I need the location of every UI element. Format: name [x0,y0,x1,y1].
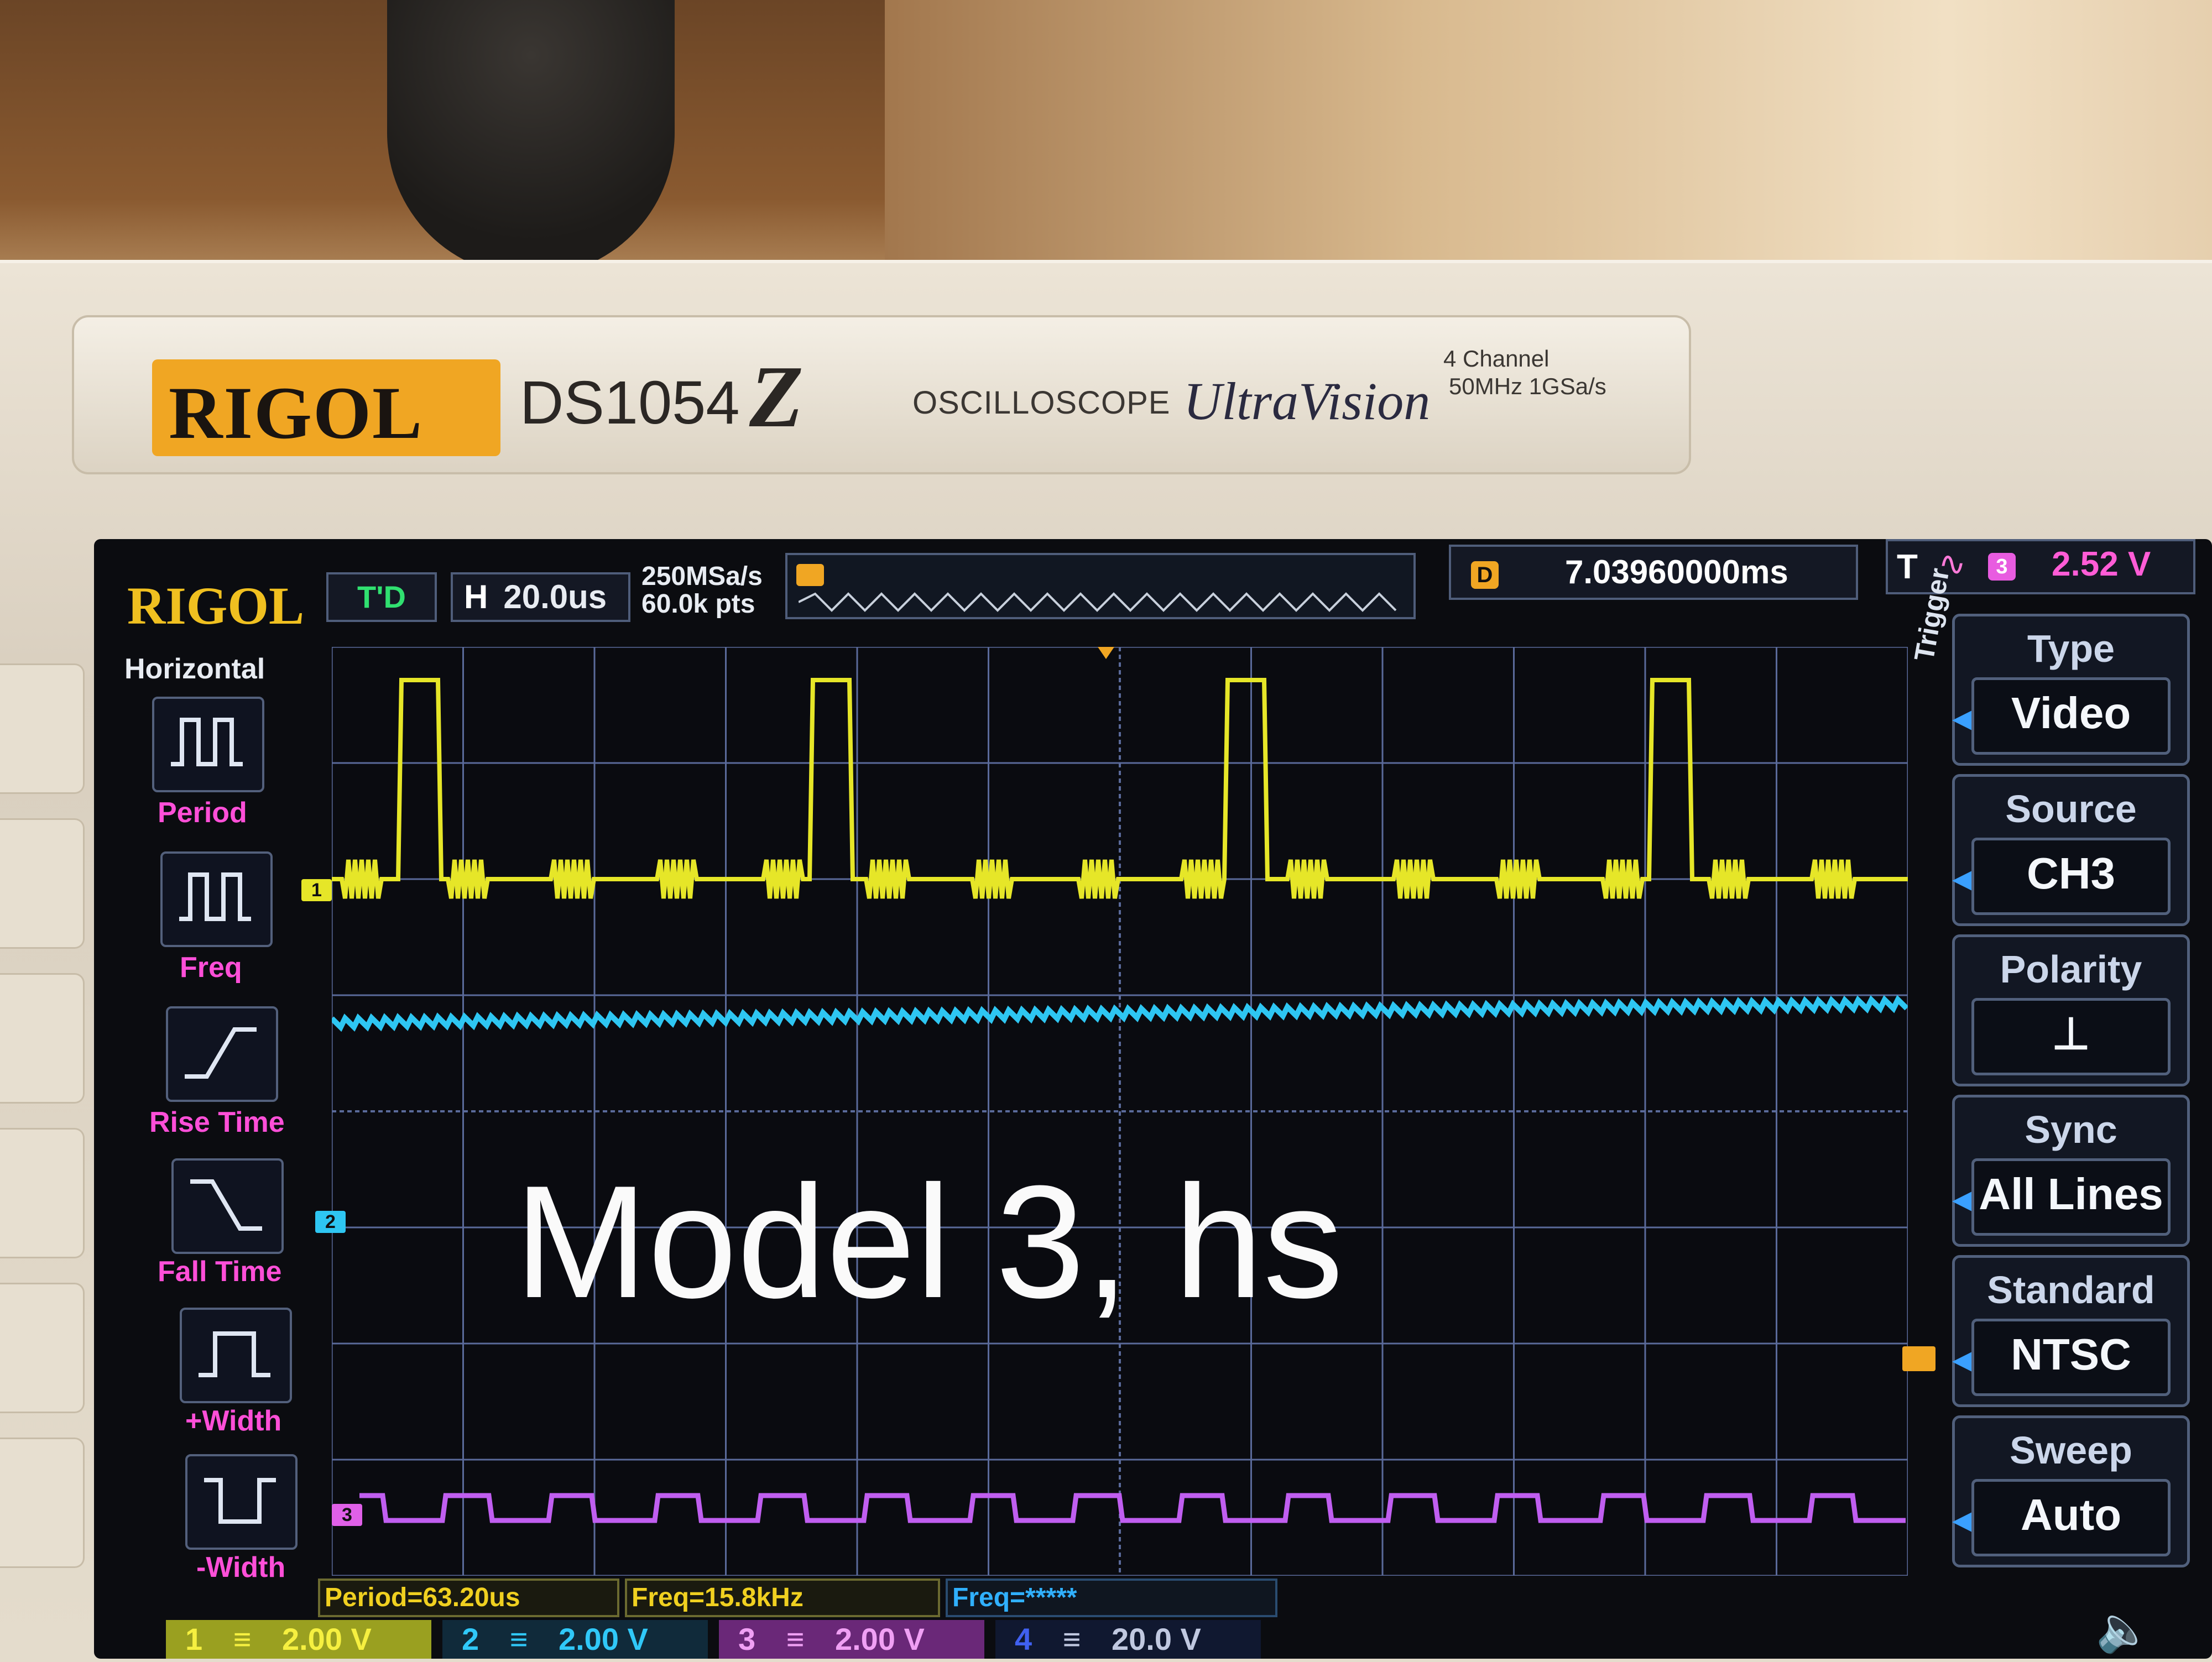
menu-value: ⊥ [1971,998,2171,1075]
menu-value: Auto [1971,1479,2171,1556]
rise-time-button[interactable] [166,1006,278,1102]
freq-result: Freq=15.8kHz [625,1579,940,1617]
ch4-coupling-icon: ≡ [1062,1622,1081,1656]
filament-spool [387,0,675,276]
ch3-number: 3 [738,1622,756,1656]
side-button-3[interactable] [0,973,85,1104]
freq3-result: Freq=***** [946,1579,1277,1617]
rise-time-icon [185,1027,257,1079]
menu-title: Type [2027,627,2115,670]
side-button-5[interactable] [0,1283,85,1413]
horizontal-menu-title: Horizontal [124,653,265,685]
menu-value: All Lines [1971,1158,2171,1236]
memory-overview-bar[interactable] [785,553,1416,619]
trigger-polarity-menu[interactable]: Polarity ⊥ [1952,934,2190,1086]
ch2-offset-marker[interactable]: 2 [315,1211,346,1233]
delay-value: 7.03960000ms [1565,553,1788,590]
left-arrow-icon: ◀ [1952,1504,1974,1535]
device-type-label: OSCILLOSCOPE [912,385,1171,421]
trigger-standard-menu[interactable]: Standard ◀ NTSC [1952,1255,2190,1407]
brand-name: RIGOL [169,372,424,454]
sample-rate: 250MSa/s [641,562,763,591]
period-result: Period=63.20us [318,1579,619,1617]
period-button[interactable] [152,697,264,792]
left-arrow-icon: ◀ [1952,1184,1974,1215]
trigger-level-marker[interactable] [1902,1346,1936,1371]
timebase-key: H [464,578,488,615]
side-button-4[interactable] [0,1128,85,1258]
ch1-status[interactable]: 1 ≡ 2.00 V [166,1620,431,1659]
rise-time-label: Rise Time [149,1106,285,1138]
fall-time-button[interactable] [171,1158,284,1254]
delay-icon: D [1471,561,1499,589]
menu-title: Source [2005,787,2137,830]
trigger-sync-menu[interactable]: Sync ◀ All Lines [1952,1095,2190,1247]
period-label: Period [158,797,247,829]
spec-bandwidth: 50MHz 1GSa/s [1449,373,1606,399]
positive-width-icon [199,1331,270,1377]
menu-value: Video [1971,677,2171,755]
menu-title: Standard [1987,1268,2155,1311]
left-arrow-icon: ◀ [1952,703,1974,734]
negative-width-icon [204,1478,276,1524]
trigger-status: T'D [326,572,437,622]
side-button-2[interactable] [0,818,85,949]
trigger-sweep-menu[interactable]: Sweep ◀ Auto [1952,1415,2190,1567]
ch3-coupling-icon: ≡ [786,1622,805,1656]
freq-label: Freq [180,952,242,984]
negative-width-button[interactable] [185,1454,298,1550]
trigger-source-badge: 3 [1988,553,2016,581]
freq-icon [179,872,251,921]
ch3-status[interactable]: 3 ≡ 2.00 V [719,1620,984,1659]
positive-width-button[interactable] [180,1308,292,1403]
positive-width-label: +Width [185,1405,282,1437]
fall-time-label: Fall Time [158,1256,282,1288]
ch2-coupling-icon: ≡ [509,1622,528,1656]
ch2-status[interactable]: 2 ≡ 2.00 V [442,1620,708,1659]
menu-title: Polarity [2000,948,2142,991]
memory-depth: 60.0k pts [641,589,755,619]
waveform-graticule [332,647,1908,1576]
side-button-6[interactable] [0,1438,85,1568]
ch1-coupling-icon: ≡ [233,1622,252,1656]
left-arrow-icon: ◀ [1952,863,1974,894]
ch1-number: 1 [185,1622,203,1656]
menu-value: CH3 [1971,838,2171,915]
side-button-1[interactable] [0,663,85,794]
menu-title: Sweep [2010,1429,2132,1472]
trigger-type-menu[interactable]: Type ◀ Video [1952,614,2190,766]
trigger-prefix: T [1897,548,1918,586]
ch1-offset-marker[interactable]: 1 [301,879,332,901]
speaker-icon[interactable]: 🔈 [2096,1603,2151,1655]
channel-status-bar: 1 ≡ 2.00 V 2 ≡ 2.00 V 3 ≡ 2.00 V 4 ≡ 20.… [166,1620,2074,1659]
ch3-offset-marker[interactable]: 3 [332,1504,362,1526]
ch4-number: 4 [1015,1622,1032,1656]
timebase-display[interactable]: H 20.0us [451,572,630,622]
brand-badge: RIGOL [152,359,500,456]
freq-button[interactable] [160,851,273,947]
ch4-status[interactable]: 4 ≡ 20.0 V [995,1620,1261,1659]
ch3-scale: 2.00 V [834,1622,925,1656]
period-icon [171,718,243,766]
ch2-scale: 2.00 V [558,1622,648,1656]
ch4-scale: 20.0 V [1111,1622,1201,1656]
left-arrow-icon: ◀ [1952,1344,1974,1375]
negative-width-label: -Width [196,1551,286,1583]
memory-waveform-thumbnail [799,592,1397,612]
series-logo: UltraVision [1183,372,1431,431]
overlay-caption: Model 3, hs [514,1152,1344,1331]
memory-position-handle[interactable] [796,564,824,586]
menu-value: NTSC [1971,1319,2171,1396]
fall-time-icon [190,1179,262,1231]
trigger-level: 2.52 V [2052,545,2151,583]
ch1-scale: 2.00 V [281,1622,372,1656]
ch2-number: 2 [462,1622,479,1656]
screen-logo: RIGOL [127,576,305,635]
trigger-source-menu[interactable]: Source ◀ CH3 [1952,774,2190,926]
model-number: DS1054 [520,369,740,437]
timebase-value: 20.0us [503,578,607,615]
spec-channels: 4 Channel [1443,346,1550,372]
model-suffix: Z [749,347,804,446]
menu-title: Sync [2025,1108,2117,1151]
